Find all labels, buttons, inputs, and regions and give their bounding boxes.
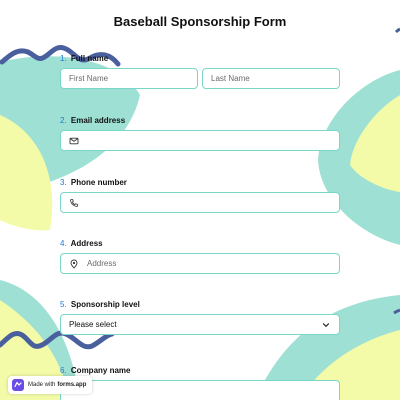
- field-label-text: Email address: [70, 116, 126, 125]
- address-placeholder: Address: [87, 259, 117, 268]
- field-label-text: Address: [70, 239, 103, 248]
- field-number: 1.: [60, 54, 67, 63]
- field-number: 2.: [60, 116, 67, 125]
- field-label-full-name: 1. Full name: [60, 54, 108, 63]
- address-input[interactable]: Address: [60, 253, 340, 274]
- form-page: Baseball Sponsorship Form 1. Full name F…: [0, 0, 400, 400]
- phone-input[interactable]: [60, 192, 340, 213]
- envelope-icon: [69, 136, 79, 146]
- first-name-placeholder: First Name: [69, 74, 109, 83]
- field-label-text: Full name: [70, 54, 109, 63]
- phone-icon: [69, 198, 79, 208]
- field-label-address: 4. Address: [60, 239, 103, 248]
- location-pin-icon: [69, 259, 79, 269]
- field-number: 5.: [60, 300, 67, 309]
- forms-app-logo-icon: [12, 379, 24, 391]
- badge-prefix: Made with: [28, 382, 56, 388]
- field-number: 6.: [60, 366, 67, 375]
- field-label-text: Phone number: [70, 178, 127, 187]
- made-with-badge[interactable]: Made with forms.app: [8, 376, 93, 394]
- field-label-text: Company name: [70, 366, 131, 375]
- field-label-email: 2. Email address: [60, 116, 125, 125]
- badge-brand: forms.app: [57, 382, 87, 388]
- sponsorship-level-selected: Please select: [69, 320, 117, 329]
- last-name-placeholder: Last Name: [211, 74, 250, 83]
- sponsorship-level-select[interactable]: Please select: [60, 314, 340, 335]
- chevron-down-icon: [321, 320, 331, 330]
- field-number: 3.: [60, 178, 67, 187]
- company-name-input[interactable]: [60, 380, 340, 400]
- last-name-input[interactable]: Last Name: [202, 68, 340, 89]
- field-label-company-name: 6. Company name: [60, 366, 130, 375]
- field-number: 4.: [60, 239, 67, 248]
- field-label-text: Sponsorship level: [70, 300, 140, 309]
- email-input[interactable]: [60, 130, 340, 151]
- first-name-input[interactable]: First Name: [60, 68, 198, 89]
- field-label-sponsorship-level: 5. Sponsorship level: [60, 300, 140, 309]
- form-title: Baseball Sponsorship Form: [113, 14, 287, 29]
- field-label-phone: 3. Phone number: [60, 178, 127, 187]
